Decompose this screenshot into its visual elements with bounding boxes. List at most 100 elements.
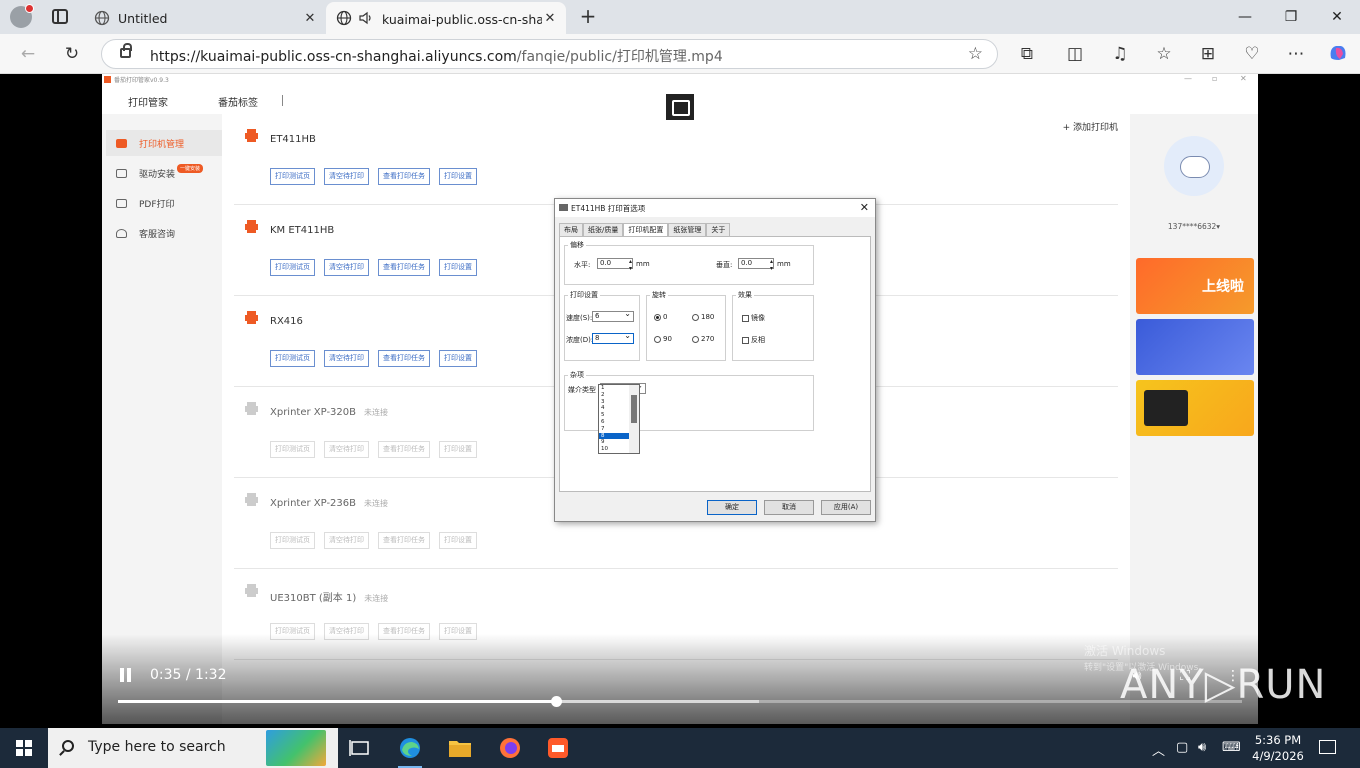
apply-button: 应用(A) [821, 500, 871, 515]
printer-action-button: 清空待打印 [324, 350, 369, 367]
printer-icon [245, 493, 258, 506]
horizontal-offset-spinner: 0.0 [597, 258, 633, 272]
close-tab-icon[interactable]: ✕ [302, 11, 318, 26]
search-icon [62, 740, 74, 752]
input-method-icon[interactable]: ⌨︎ [1222, 740, 1241, 755]
read-aloud-icon[interactable]: ♫ [1108, 42, 1132, 66]
account-panel: 137****6632▾ 上线啦 [1130, 114, 1258, 724]
favorites-icon[interactable]: ☆ [1152, 42, 1176, 66]
seek-bar[interactable] [118, 696, 1242, 707]
browser-tabstrip: Untitled ✕ kuaimai-public.oss-cn-shangha… [0, 0, 1360, 34]
rotate-90-radio: 90 [654, 335, 672, 343]
exit-pip-icon[interactable] [666, 94, 694, 120]
tab-printer-config: 打印机配置 [623, 223, 669, 236]
performance-icon[interactable]: ♡ [1240, 42, 1264, 66]
speaker-icon[interactable] [358, 10, 374, 26]
mirror-checkbox: 镜像 [742, 313, 765, 323]
printer-card: ET411HB 打印测试页 清空待打印 查看打印任务 打印设置 [234, 114, 1118, 205]
firefox-icon[interactable] [490, 734, 530, 768]
close-window-button[interactable]: ✕ [1314, 4, 1360, 30]
profile-icon[interactable] [10, 4, 34, 28]
printer-action-button: 打印设置 [439, 350, 477, 367]
search-placeholder: Type here to search [88, 739, 226, 755]
reload-button[interactable]: ↻ [60, 42, 84, 66]
printer-icon [559, 204, 568, 211]
rotate-0-radio: 0 [654, 313, 667, 321]
fanqie-app-icon[interactable] [538, 734, 578, 768]
app-sidebar: 打印机管理 驱动安装 一键安装 PDF打印 客服咨询 [102, 114, 222, 724]
dropdown-scrollbar [629, 385, 639, 453]
tab-untitled[interactable]: Untitled ✕ [84, 2, 326, 34]
show-hidden-icons[interactable]: ︿ [1152, 740, 1165, 759]
app-titlebar: 番茄打印管家v0.9.3 — ▫ ✕ [102, 74, 1258, 86]
ad-banner: 上线啦 [1136, 258, 1254, 314]
tab-title: Untitled [118, 10, 168, 26]
user-phone: 137****6632▾ [1167, 222, 1221, 231]
taskbar-clock[interactable]: 5:36 PM 4/9/2026 [1248, 732, 1308, 764]
printer-status: 未连接 [364, 408, 389, 417]
file-explorer-icon[interactable] [440, 734, 480, 768]
printer-image [1144, 390, 1188, 426]
extensions-icon[interactable]: ⧉ [1015, 42, 1039, 66]
printer-action-button: 打印设置 [439, 259, 477, 276]
sidebar-item-driver-install: 驱动安装 一键安装 [106, 160, 222, 186]
anyrun-watermark: ANY▷RUN [1120, 662, 1327, 708]
app-logo-icon [104, 76, 111, 83]
split-screen-icon[interactable]: ◫ [1063, 42, 1087, 66]
screen: Untitled ✕ kuaimai-public.oss-cn-shangha… [0, 0, 1360, 768]
tab-layout: 布局 [559, 223, 583, 236]
copilot-icon[interactable] [1326, 42, 1350, 66]
tab-video[interactable]: kuaimai-public.oss-cn-shanghai.aliyuncs.… [326, 2, 566, 34]
printer-action-button: 清空待打印 [324, 441, 369, 458]
pause-button[interactable] [120, 668, 132, 682]
new-tab-button[interactable]: + [576, 6, 600, 28]
rotate-270-radio: 270 [692, 335, 714, 343]
browser-toolbar: ← ↻ https://kuaimai-public.oss-cn-shangh… [0, 34, 1360, 74]
volume-tray-icon[interactable]: 🔊︎ [1198, 740, 1206, 755]
restore-button[interactable]: ❐ [1268, 4, 1314, 30]
windows-start-icon[interactable] [16, 740, 32, 756]
printer-action-button: 清空待打印 [324, 259, 369, 276]
printer-action-button: 打印设置 [439, 532, 477, 549]
app-close-icon: ✕ [1240, 74, 1247, 83]
pdf-icon [116, 198, 127, 208]
printer-action-button: 打印测试页 [270, 259, 315, 276]
driver-icon [116, 168, 127, 178]
app-minimize-icon: — [1184, 74, 1192, 83]
density-combo: 8 [592, 331, 634, 344]
lock-icon[interactable] [120, 43, 132, 58]
app-maximize-icon: ▫ [1212, 74, 1218, 83]
printer-name: Xprinter XP-320B 未连接 [270, 407, 389, 418]
collections-icon[interactable]: ⊞ [1196, 42, 1220, 66]
taskbar-search-box[interactable]: Type here to search [48, 728, 338, 768]
sidebar-item-pdf-print: PDF打印 [106, 190, 222, 216]
url-text[interactable]: https://kuaimai-public.oss-cn-shanghai.a… [150, 46, 723, 66]
printer-icon [116, 138, 127, 148]
video-player[interactable]: 番茄打印管家v0.9.3 — ▫ ✕ 打印管家 番茄标签 打印机管理 驱动安装 … [4, 74, 1356, 724]
minimize-button[interactable]: — [1222, 4, 1268, 30]
edge-taskbar-icon[interactable] [390, 734, 430, 768]
address-bar[interactable]: https://kuaimai-public.oss-cn-shanghai.a… [101, 39, 998, 69]
ad-banner [1136, 319, 1254, 375]
printer-name: RX416 [270, 316, 303, 327]
badge: 一键安装 [177, 163, 204, 173]
close-tab-icon[interactable]: ✕ [542, 11, 558, 26]
tab-actions-icon[interactable] [52, 9, 68, 24]
network-icon[interactable]: ▢ [1176, 740, 1188, 755]
printer-action-button: 查看打印任务 [378, 168, 430, 185]
tab-paper-quality: 纸张/质量 [583, 223, 624, 236]
more-menu-icon[interactable]: ⋯ [1284, 42, 1308, 66]
back-button[interactable]: ← [16, 42, 40, 66]
printer-status: 未连接 [364, 499, 389, 508]
printer-name: ET411HB [270, 134, 316, 145]
printer-icon [245, 584, 258, 597]
app-nav-item: 番茄标签 [218, 98, 258, 109]
notification-icon[interactable] [1319, 740, 1336, 754]
close-icon: ✕ [859, 201, 869, 214]
dialog-body: 偏移 水平: 0.0 mm 垂直: 0.0 mm 打印设置 速度(S): 6 浓… [559, 236, 871, 492]
favorite-star-icon[interactable]: ☆ [968, 44, 983, 64]
density-dropdown-list: 1 2 3 4 5 6 7 8 9 10 [598, 384, 640, 454]
task-view-icon[interactable] [340, 734, 380, 768]
printer-action-button: 查看打印任务 [378, 350, 430, 367]
played-bar [118, 700, 557, 703]
